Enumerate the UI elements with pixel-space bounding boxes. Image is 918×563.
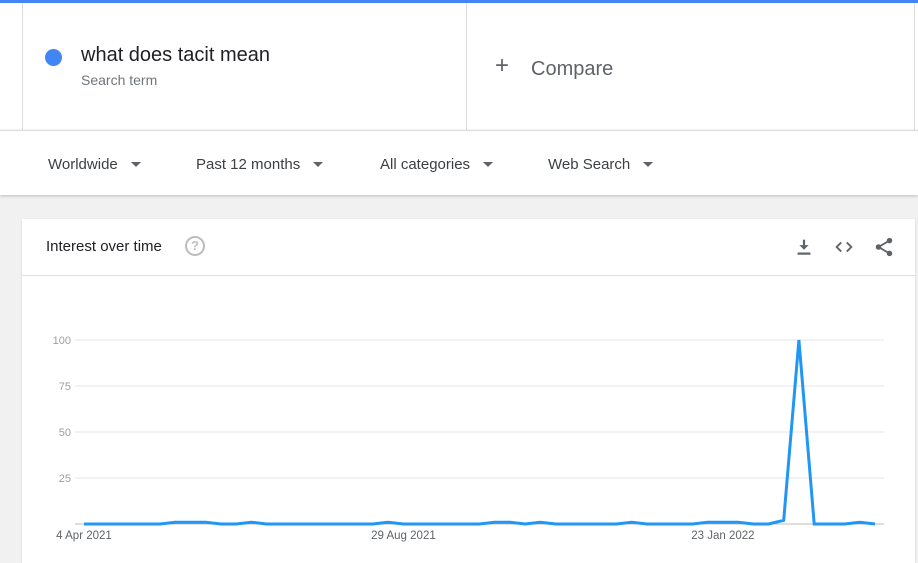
y-tick-label: 50 — [59, 427, 71, 439]
card-title: Interest over time — [46, 238, 162, 255]
share-icon[interactable] — [873, 236, 895, 258]
card-header: Interest over time ? — [22, 219, 915, 276]
interest-chart: 25 50 75 100 4 Apr 2021 29 Aug 2021 23 Jan 202… — [53, 335, 884, 542]
caret-down-icon — [130, 161, 141, 167]
y-tick-label: 100 — [53, 335, 71, 347]
search-term-bar: what does tacit mean Search term + Compa… — [0, 3, 918, 130]
caret-down-icon — [483, 161, 494, 167]
help-icon[interactable]: ? — [185, 236, 205, 256]
x-tick-label: 4 Apr 2021 — [56, 530, 112, 542]
filter-location[interactable]: Worldwide — [48, 154, 141, 174]
compare-label: Compare — [531, 58, 614, 80]
x-tick-label: 23 Jan 2022 — [691, 530, 754, 542]
filter-search-type[interactable]: Web Search — [548, 154, 654, 174]
caret-down-icon — [313, 161, 324, 167]
filter-category[interactable]: All categories — [380, 154, 494, 174]
search-term-text[interactable]: what does tacit mean — [81, 44, 270, 67]
interest-over-time-card: Interest over time ? 25 50 75 100 4 Apr 2021… — [22, 219, 915, 563]
y-tick-label: 75 — [59, 381, 71, 393]
search-term-subtitle: Search term — [81, 72, 158, 88]
search-term-card[interactable]: what does tacit mean Search term — [22, 3, 467, 130]
filter-time-range[interactable]: Past 12 months — [196, 154, 324, 174]
compare-button[interactable]: + Compare — [467, 3, 915, 130]
term-color-dot — [45, 49, 62, 66]
download-icon[interactable] — [793, 236, 815, 258]
filter-bar: Worldwide Past 12 months All categories … — [0, 130, 918, 195]
filter-location-label: Worldwide — [48, 155, 118, 173]
filter-search-type-label: Web Search — [548, 155, 631, 173]
filter-time-range-label: Past 12 months — [196, 155, 301, 173]
caret-down-icon — [643, 161, 654, 167]
filter-category-label: All categories — [380, 155, 471, 173]
plus-icon: + — [495, 52, 510, 79]
embed-code-icon[interactable] — [833, 236, 855, 258]
x-tick-label: 29 Aug 2021 — [371, 530, 436, 542]
y-tick-label: 25 — [59, 473, 71, 485]
